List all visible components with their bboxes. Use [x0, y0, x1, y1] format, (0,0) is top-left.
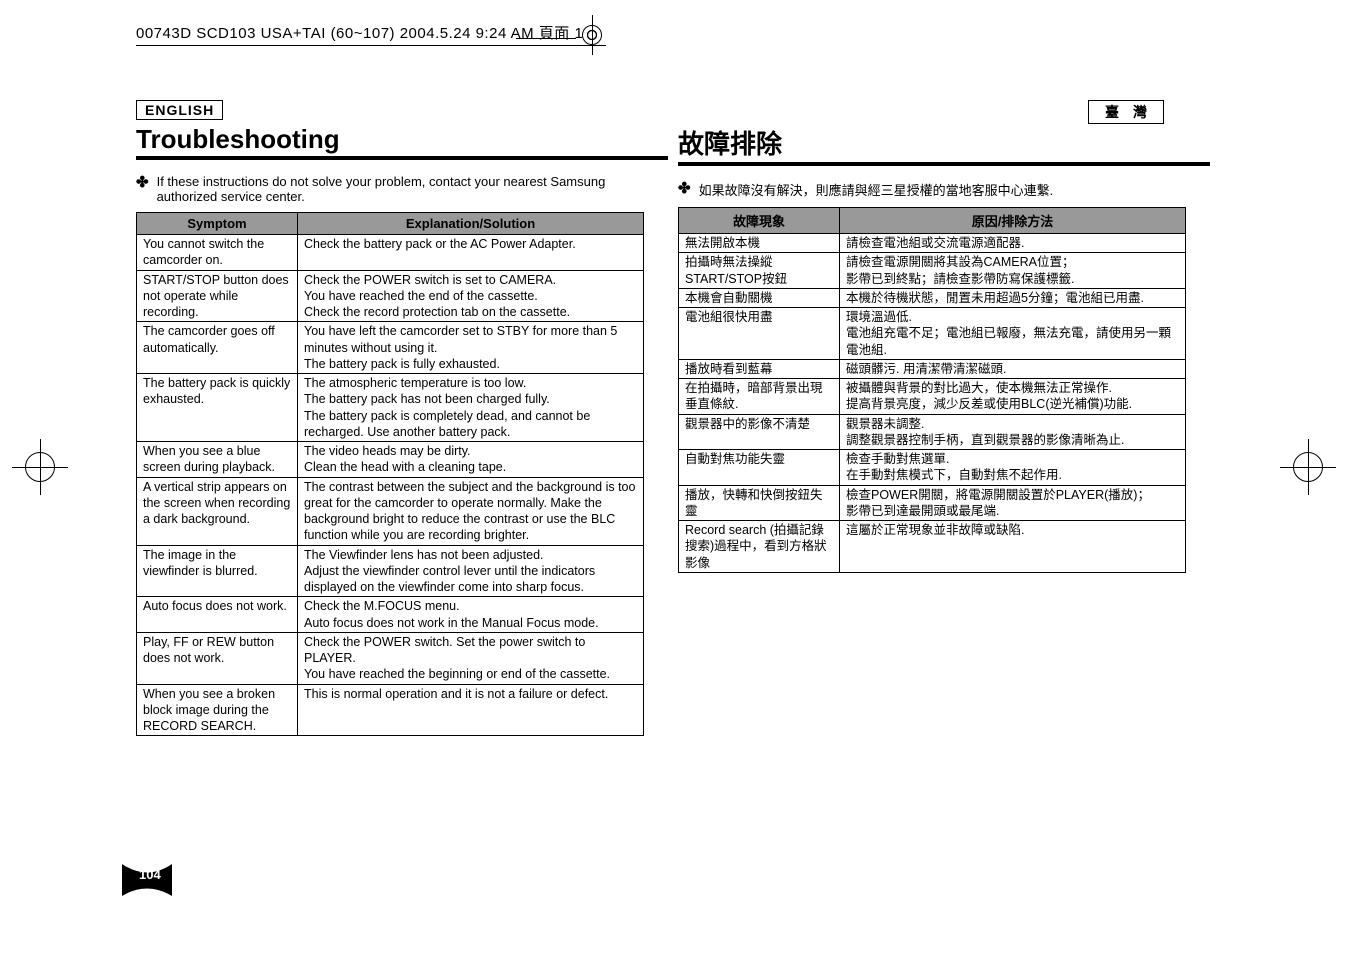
- explanation-cell: You have left the camcorder set to STBY …: [298, 322, 644, 374]
- symptom-cell: Record search (拍攝記錄搜索)過程中，看到方格狀影像: [679, 521, 840, 573]
- symptom-cell: 拍攝時無法操縱START/STOP按鈕: [679, 253, 840, 289]
- page-number: 104: [139, 867, 161, 882]
- intro-text-zh: 如果故障沒有解決，則應請與經三星授權的當地客服中心連繫.: [699, 180, 1054, 199]
- symptom-cell: The image in the viewfinder is blurred.: [137, 545, 298, 597]
- symptom-cell: You cannot switch the camcorder on.: [137, 235, 298, 271]
- table-row: The image in the viewfinder is blurred.T…: [137, 545, 644, 597]
- table-row: 拍攝時無法操縱START/STOP按鈕請檢查電源開關將其設為CAMERA位置； …: [679, 253, 1186, 289]
- explanation-cell: 觀景器未調整. 調整觀景器控制手柄，直到觀景器的影像清晰為止.: [840, 414, 1186, 450]
- table-row: The battery pack is quickly exhausted.Th…: [137, 374, 644, 442]
- table-row: A vertical strip appears on the screen w…: [137, 477, 644, 545]
- explanation-cell: Check the POWER switch. Set the power sw…: [298, 632, 644, 684]
- table-row: 本機會自動關機本機於待機狀態，閒置未用超過5分鐘；電池組已用盡.: [679, 288, 1186, 307]
- symptom-cell: 播放，快轉和快倒按鈕失靈: [679, 485, 840, 521]
- table-row: 在拍攝時，暗部背景出現垂直條紋.被攝體與背景的對比過大，使本機無法正常操作. 提…: [679, 379, 1186, 415]
- language-label-chinese: 臺 灣: [1088, 100, 1164, 124]
- table-row: The camcorder goes off automatically.You…: [137, 322, 644, 374]
- color-registration-icon: [582, 25, 602, 45]
- table-row: 觀景器中的影像不清楚觀景器未調整. 調整觀景器控制手柄，直到觀景器的影像清晰為止…: [679, 414, 1186, 450]
- symptom-cell: A vertical strip appears on the screen w…: [137, 477, 298, 545]
- symptom-cell: The camcorder goes off automatically.: [137, 322, 298, 374]
- section-title-zh: 故障排除: [678, 124, 1210, 161]
- right-column: 故障排除 ✤ 如果故障沒有解決，則應請與經三星授權的當地客服中心連繫. 故障現象: [678, 124, 1210, 736]
- symptom-cell: 本機會自動關機: [679, 288, 840, 307]
- explanation-cell: Check the M.FOCUS menu. Auto focus does …: [298, 597, 644, 633]
- explanation-cell: 請檢查電源開關將其設為CAMERA位置； 影帶已到終點；請檢查影帶防寫保護標籤.: [840, 253, 1186, 289]
- table-row: 播放時看到藍幕磁頭髒污. 用清潔帶清潔磁頭.: [679, 359, 1186, 378]
- table-row: 播放，快轉和快倒按鈕失靈檢查POWER開關，將電源開關設置於PLAYER(播放)…: [679, 485, 1186, 521]
- table-row: START/STOP button does not operate while…: [137, 270, 644, 322]
- registration-mark-left: [25, 452, 55, 482]
- table-row: 自動對焦功能失靈檢查手動對焦選單. 在手動對焦模式下，自動對焦不起作用.: [679, 450, 1186, 486]
- explanation-cell: This is normal operation and it is not a…: [298, 684, 644, 736]
- intro-text-en: If these instructions do not solve your …: [157, 174, 668, 204]
- bullet-icon: ✤: [678, 179, 691, 199]
- table-row: 無法開啟本機請檢查電池組或交流電源適配器.: [679, 234, 1186, 253]
- table-row: Play, FF or REW button does not work.Che…: [137, 632, 644, 684]
- page-number-badge: 104: [122, 846, 172, 896]
- th-explanation-zh: 原因/排除方法: [840, 208, 1186, 234]
- explanation-cell: The contrast between the subject and the…: [298, 477, 644, 545]
- th-symptom-zh: 故障現象: [679, 208, 840, 234]
- symptom-cell: The battery pack is quickly exhausted.: [137, 374, 298, 442]
- title-underline-en: [136, 156, 668, 160]
- th-symptom: Symptom: [137, 213, 298, 235]
- symptom-cell: When you see a broken block image during…: [137, 684, 298, 736]
- troubleshooting-table-en: Symptom Explanation/Solution You cannot …: [136, 212, 644, 736]
- table-row: You cannot switch the camcorder on.Check…: [137, 235, 644, 271]
- table-row: When you see a blue screen during playba…: [137, 442, 644, 478]
- symptom-cell: Auto focus does not work.: [137, 597, 298, 633]
- explanation-cell: 磁頭髒污. 用清潔帶清潔磁頭.: [840, 359, 1186, 378]
- explanation-cell: The Viewfinder lens has not been adjuste…: [298, 545, 644, 597]
- language-label-english: ENGLISH: [136, 100, 223, 120]
- table-row: Record search (拍攝記錄搜索)過程中，看到方格狀影像這屬於正常現象…: [679, 521, 1186, 573]
- table-row: Auto focus does not work.Check the M.FOC…: [137, 597, 644, 633]
- th-explanation: Explanation/Solution: [298, 213, 644, 235]
- plate-header: 00743D SCD103 USA+TAI (60~107) 2004.5.24…: [136, 22, 601, 43]
- explanation-cell: 被攝體與背景的對比過大，使本機無法正常操作. 提高背景亮度，減少反差或使用BLC…: [840, 379, 1186, 415]
- explanation-cell: Check the POWER switch is set to CAMERA.…: [298, 270, 644, 322]
- explanation-cell: The video heads may be dirty. Clean the …: [298, 442, 644, 478]
- explanation-cell: Check the battery pack or the AC Power A…: [298, 235, 644, 271]
- explanation-cell: 檢查手動對焦選單. 在手動對焦模式下，自動對焦不起作用.: [840, 450, 1186, 486]
- bullet-icon: ✤: [136, 173, 149, 204]
- left-column: Troubleshooting ✤ If these instructions …: [136, 124, 668, 736]
- explanation-cell: 環境溫過低. 電池組充電不足；電池組已報廢，無法充電，請使用另一顆電池組.: [840, 308, 1186, 360]
- time-underline: [516, 38, 576, 39]
- title-underline-zh: [678, 162, 1210, 166]
- intro-en: ✤ If these instructions do not solve you…: [136, 174, 668, 204]
- symptom-cell: 電池組很快用盡: [679, 308, 840, 360]
- intro-zh: ✤ 如果故障沒有解決，則應請與經三星授權的當地客服中心連繫.: [678, 180, 1210, 199]
- explanation-cell: 請檢查電池組或交流電源適配器.: [840, 234, 1186, 253]
- explanation-cell: 這屬於正常現象並非故障或缺陷.: [840, 521, 1186, 573]
- header-underline: [136, 45, 606, 46]
- symptom-cell: 播放時看到藍幕: [679, 359, 840, 378]
- explanation-cell: 本機於待機狀態，閒置未用超過5分鐘；電池組已用盡.: [840, 288, 1186, 307]
- explanation-cell: 檢查POWER開關，將電源開關設置於PLAYER(播放)； 影帶已到達最開頭或最…: [840, 485, 1186, 521]
- table-row: 電池組很快用盡環境溫過低. 電池組充電不足；電池組已報廢，無法充電，請使用另一顆…: [679, 308, 1186, 360]
- registration-mark-right: [1293, 452, 1323, 482]
- troubleshooting-table-zh: 故障現象 原因/排除方法 無法開啟本機請檢查電池組或交流電源適配器.拍攝時無法操…: [678, 207, 1186, 573]
- explanation-cell: The atmospheric temperature is too low. …: [298, 374, 644, 442]
- symptom-cell: START/STOP button does not operate while…: [137, 270, 298, 322]
- section-title-en: Troubleshooting: [136, 124, 668, 155]
- table-row: When you see a broken block image during…: [137, 684, 644, 736]
- symptom-cell: When you see a blue screen during playba…: [137, 442, 298, 478]
- symptom-cell: 自動對焦功能失靈: [679, 450, 840, 486]
- symptom-cell: 無法開啟本機: [679, 234, 840, 253]
- symptom-cell: 觀景器中的影像不清楚: [679, 414, 840, 450]
- symptom-cell: Play, FF or REW button does not work.: [137, 632, 298, 684]
- symptom-cell: 在拍攝時，暗部背景出現垂直條紋.: [679, 379, 840, 415]
